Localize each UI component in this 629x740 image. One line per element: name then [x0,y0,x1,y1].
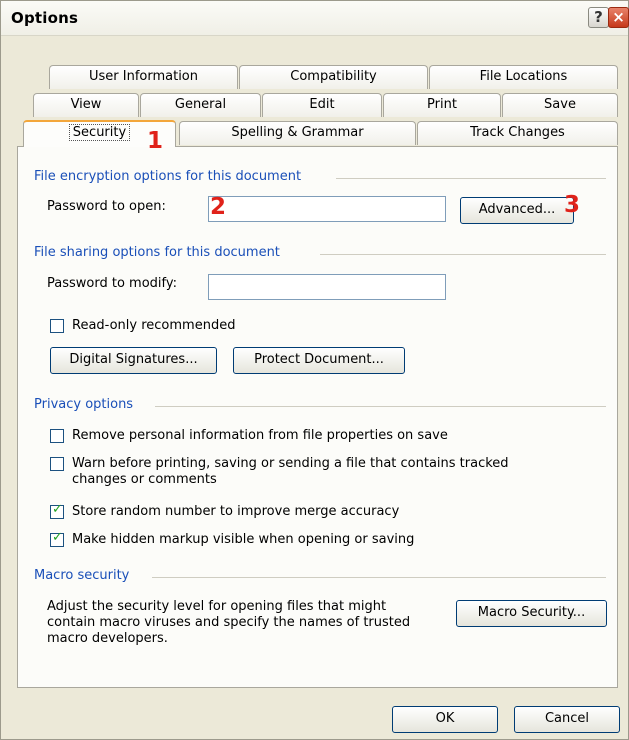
tab-compatibility[interactable]: Compatibility [239,65,428,89]
tab-track-changes[interactable]: Track Changes [417,121,618,145]
title-bar[interactable]: Options ? × [1,1,629,36]
tab-save[interactable]: Save [502,93,618,117]
macro-divider [152,577,606,578]
remove-personal-info-label: Remove personal information from file pr… [72,428,448,443]
remove-personal-info-checkbox[interactable] [50,429,64,443]
password-open-input[interactable] [208,196,446,222]
ok-button[interactable]: OK [392,706,498,733]
encryption-divider [336,178,606,179]
tab-print[interactable]: Print [383,93,501,117]
advanced-button[interactable]: Advanced... [460,197,574,224]
tab-edit[interactable]: Edit [262,93,382,117]
tab-spelling-grammar[interactable]: Spelling & Grammar [179,121,416,145]
tab-file-locations[interactable]: File Locations [429,65,618,89]
sharing-divider [320,254,606,255]
annotation-marker-1: 1 [147,128,164,154]
tab-general[interactable]: General [140,93,261,117]
readonly-checkbox[interactable] [50,319,64,333]
readonly-label: Read-only recommended [72,318,236,333]
close-button[interactable]: × [608,7,629,28]
macro-heading: Macro security [34,568,130,583]
hidden-markup-visible-checkbox[interactable] [50,530,64,547]
dialog-title: Options [11,9,79,27]
warn-tracked-changes-label: Warn before printing, saving or sending … [72,456,509,487]
sharing-heading: File sharing options for this document [34,245,280,260]
macro-security-button[interactable]: Macro Security... [456,600,607,627]
warn-tracked-changes-checkbox[interactable] [50,457,64,471]
hidden-markup-visible-label: Make hidden markup visible when opening … [72,532,415,547]
annotation-marker-2: 2 [210,194,227,220]
password-modify-input[interactable] [208,274,446,300]
password-open-label: Password to open: [47,199,166,214]
options-dialog: Options ? × User Information Compatibili… [0,0,629,740]
tab-view[interactable]: View [33,93,139,117]
macro-description: Adjust the security level for opening fi… [47,599,411,646]
encryption-heading: File encryption options for this documen… [34,169,302,184]
privacy-heading: Privacy options [34,397,134,412]
tab-security-label: Security [68,124,131,141]
digital-signatures-button[interactable]: Digital Signatures... [50,347,217,374]
password-modify-label: Password to modify: [47,276,177,291]
help-button[interactable]: ? [588,7,609,28]
tab-user-information[interactable]: User Information [49,65,238,89]
protect-document-button[interactable]: Protect Document... [233,347,405,374]
store-random-number-checkbox[interactable] [50,502,64,519]
annotation-marker-3: 3 [564,192,581,218]
store-random-number-label: Store random number to improve merge acc… [72,504,400,519]
privacy-divider [155,406,606,407]
security-tab-panel: File encryption options for this documen… [17,146,618,688]
cancel-button[interactable]: Cancel [514,706,620,733]
